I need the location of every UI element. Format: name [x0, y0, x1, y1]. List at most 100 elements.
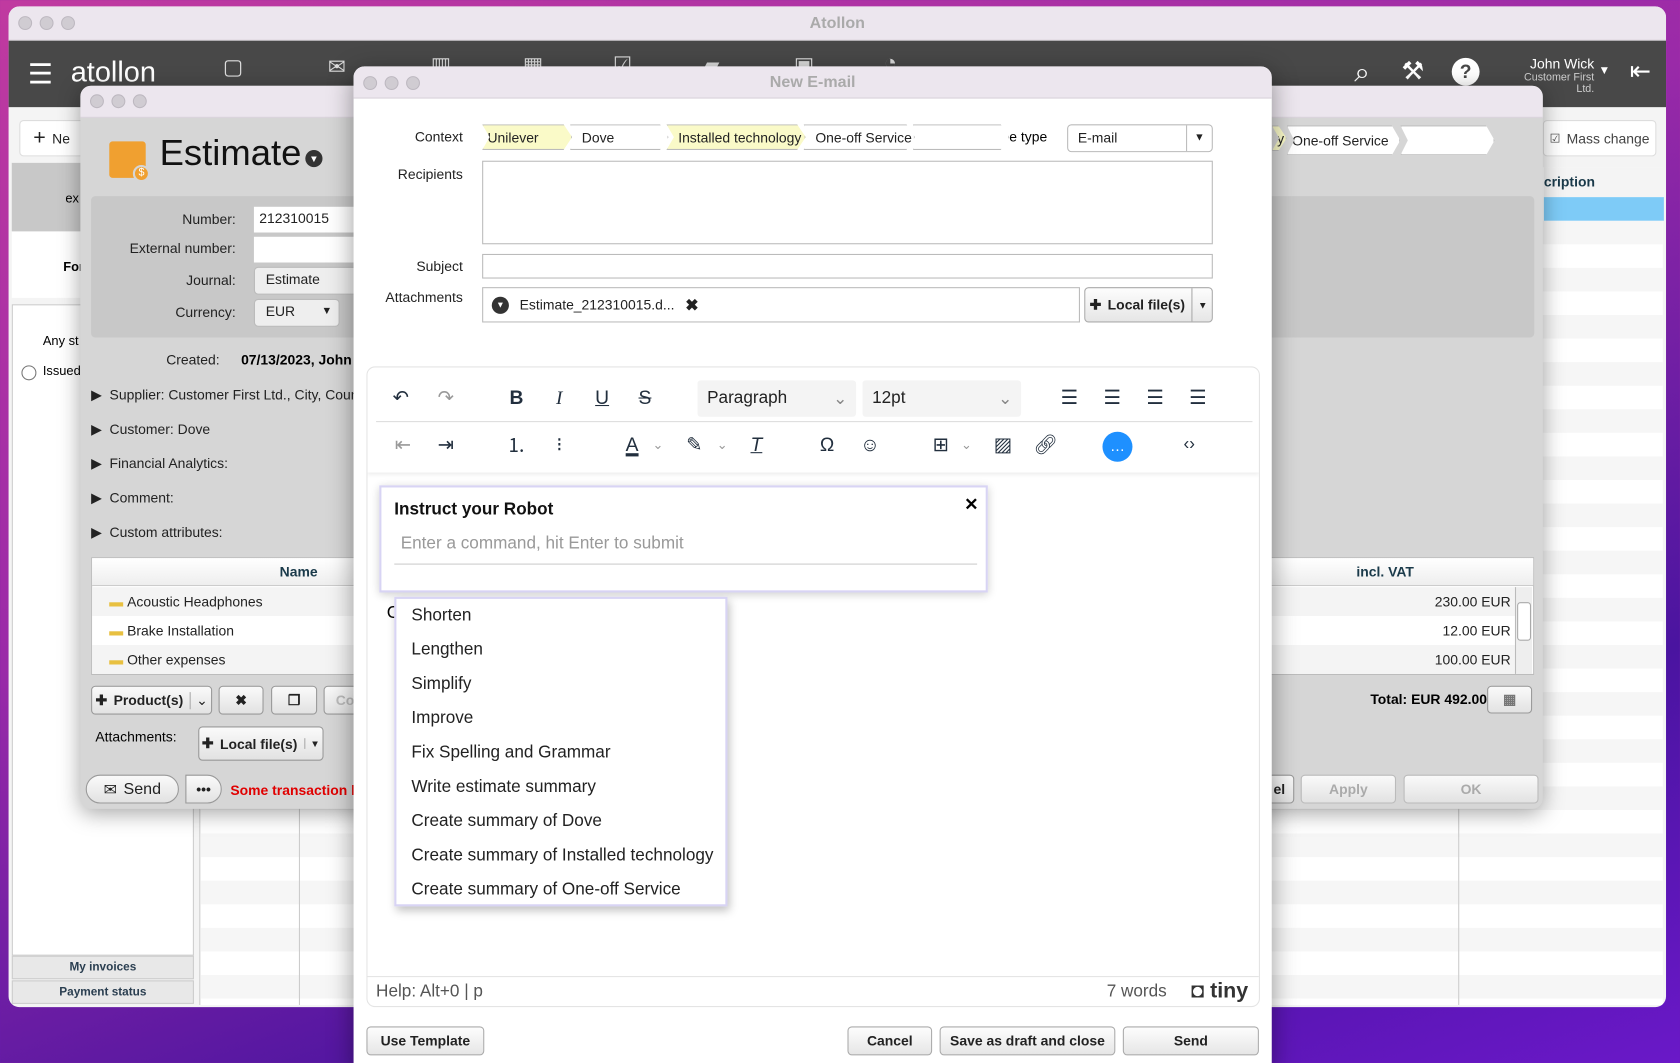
estimate-send-button[interactable]: ✉ Send — [85, 774, 179, 804]
menu-item-simplify[interactable]: Simplify — [396, 667, 725, 701]
chevron-down-icon[interactable]: ▼ — [303, 738, 320, 749]
robot-command-input[interactable]: Enter a command, hit Enter to submit — [394, 535, 978, 565]
link-icon[interactable]: 🔗︎ — [1030, 429, 1062, 461]
external-number-field[interactable] — [253, 236, 362, 263]
context-crumb-dove[interactable]: Dove — [570, 124, 669, 150]
app-title: Atollon — [809, 13, 865, 33]
chevron-down-icon[interactable]: ⌄ — [642, 429, 674, 461]
chevron-down-icon[interactable]: ▼ — [1191, 288, 1208, 322]
recipients-field[interactable] — [482, 160, 1213, 245]
user-dropdown-icon[interactable]: ▼ — [1599, 64, 1611, 77]
context-crumb-empty[interactable] — [913, 124, 1009, 150]
list-column-header[interactable]: cription — [1543, 167, 1664, 198]
duplicate-button[interactable]: ❐ — [271, 685, 318, 715]
image-icon[interactable]: ▨ — [987, 429, 1019, 461]
remove-attachment-icon[interactable]: ✖ — [685, 295, 698, 314]
journal-select[interactable]: Estimate — [253, 266, 362, 295]
chevron-down-icon[interactable]: ⌄ — [950, 429, 982, 461]
attachment-dropdown-icon[interactable]: ▼ — [491, 296, 509, 314]
apply-button[interactable]: Apply — [1300, 774, 1397, 804]
send-button[interactable]: Send — [1122, 1026, 1259, 1056]
context-crumb-installed-technology[interactable]: Installed technology — [666, 124, 805, 150]
menu-item-write-estimate-summary[interactable]: Write estimate summary — [396, 770, 725, 804]
menu-item-fix-spelling[interactable]: Fix Spelling and Grammar — [396, 736, 725, 770]
source-code-icon[interactable]: ‹› — [1173, 429, 1205, 461]
use-template-button[interactable]: Use Template — [366, 1026, 485, 1056]
block-format-select[interactable]: Paragraph ⌄ — [697, 380, 857, 417]
bold-icon[interactable]: B — [500, 381, 532, 413]
table-scrollbar[interactable] — [1514, 587, 1533, 674]
undo-icon[interactable]: ↶ — [385, 381, 417, 413]
add-product-button[interactable]: ✚ Product(s) ⌄ — [91, 685, 213, 715]
robot-instruction-popup: Instruct your Robot ✕ Enter a command, h… — [379, 485, 988, 593]
emoji-icon[interactable]: ☺ — [854, 429, 886, 461]
section-custom-attributes[interactable]: ▶ Custom attributes: — [91, 524, 222, 541]
help-icon[interactable]: ? — [1451, 57, 1480, 86]
bullet-list-icon[interactable]: ⁝ — [543, 429, 575, 461]
message-type-select[interactable]: E-mail ▼ — [1067, 124, 1213, 153]
context-crumb-unilever[interactable]: Unilever — [482, 124, 572, 150]
tiny-logo[interactable]: ◘ tiny — [1191, 979, 1248, 1004]
issued-radio[interactable] — [21, 365, 37, 381]
section-customer[interactable]: ▶ Customer: Dove — [91, 421, 210, 438]
align-justify-icon[interactable]: ☰ — [1182, 381, 1214, 413]
settings-wrench-icon[interactable]: ⚒ — [1401, 56, 1424, 87]
calculator-money-icon: $ — [109, 141, 150, 183]
underline-icon[interactable]: U — [586, 381, 618, 413]
menu-item-improve[interactable]: Improve — [396, 702, 725, 736]
clear-formatting-icon[interactable]: T — [740, 429, 772, 461]
close-icon[interactable]: ✕ — [964, 494, 978, 515]
special-character-icon[interactable]: Ω — [811, 429, 843, 461]
menu-item-summary-dove[interactable]: Create summary of Dove — [396, 805, 725, 839]
email-local-files-button[interactable]: ✚ Local file(s) ▼ — [1084, 287, 1213, 323]
sidebar-my-invoices[interactable]: My invoices — [11, 955, 194, 980]
chevron-down-icon[interactable]: ⌄ — [189, 691, 208, 709]
ok-button[interactable]: OK — [1403, 774, 1539, 804]
delete-button[interactable]: ✖ — [218, 685, 264, 715]
mass-change-button[interactable]: ☑ Mass change — [1542, 119, 1657, 157]
estimate-window-controls[interactable] — [89, 94, 147, 109]
local-files-button[interactable]: ✚ Local file(s) ▼ — [198, 726, 324, 761]
align-center-icon[interactable]: ☰ — [1096, 381, 1128, 413]
subject-field[interactable] — [482, 253, 1213, 279]
email-window-controls[interactable] — [363, 76, 420, 90]
redo-icon[interactable]: ↷ — [430, 381, 462, 413]
tiny-icon: ◘ — [1191, 979, 1205, 1003]
menu-item-summary-one-off-service[interactable]: Create summary of One-off Service — [396, 873, 725, 907]
save-draft-button[interactable]: Save as draft and close — [939, 1026, 1116, 1056]
chevron-down-icon[interactable]: ⌄ — [706, 429, 738, 461]
strikethrough-icon[interactable]: S — [629, 381, 661, 413]
menu-item-summary-installed-technology[interactable]: Create summary of Installed technology — [396, 839, 725, 873]
menu-item-shorten[interactable]: Shorten — [396, 599, 725, 633]
sidebar-payment-status[interactable]: Payment status — [11, 980, 194, 1004]
section-supplier[interactable]: ▶ Supplier: Customer First Ltd., City, C… — [91, 387, 358, 404]
mail-icon[interactable]: ✉ — [328, 54, 346, 81]
attachments-box: ▼ Estimate_212310015.d... ✖ — [482, 287, 1080, 323]
indent-icon[interactable]: ⇥ — [430, 429, 462, 461]
section-financial-analytics[interactable]: ▶ Financial Analytics: — [91, 455, 228, 472]
section-comment[interactable]: ▶ Comment: — [91, 490, 174, 507]
window-controls[interactable] — [18, 16, 75, 30]
more-button[interactable]: ••• — [185, 774, 222, 804]
align-right-icon[interactable]: ☰ — [1139, 381, 1171, 413]
ai-assistant-icon[interactable]: … — [1102, 431, 1133, 462]
calculator-button[interactable]: ▦ — [1487, 685, 1533, 714]
attachment-file[interactable]: Estimate_212310015.d... — [520, 297, 675, 313]
align-left-icon[interactable]: ☰ — [1053, 381, 1085, 413]
context-crumb-one-off-service[interactable]: One-off Service — [804, 124, 915, 150]
cancel-button[interactable]: Cancel — [847, 1026, 933, 1056]
dashboard-icon[interactable]: ▢ — [223, 54, 243, 81]
logout-icon[interactable]: ⇤ — [1630, 56, 1652, 87]
title-dropdown-icon[interactable]: ▼ — [305, 149, 323, 168]
currency-select[interactable]: EUR ▼ — [253, 298, 340, 327]
italic-icon[interactable]: I — [543, 381, 575, 413]
word-count[interactable]: 7 words — [1107, 982, 1167, 1001]
selected-list-row[interactable] — [1543, 197, 1664, 221]
font-size-select[interactable]: 12pt ⌄ — [862, 380, 1022, 417]
menu-item-lengthen[interactable]: Lengthen — [396, 633, 725, 667]
estimate-context-breadcrumb: y One-off Service — [1272, 125, 1495, 155]
number-field[interactable]: 212310015 — [253, 206, 362, 233]
numbered-list-icon[interactable]: ⒈ — [500, 429, 532, 461]
outdent-icon[interactable]: ⇤ — [387, 429, 419, 461]
hamburger-menu-icon[interactable]: ☰ — [28, 60, 53, 88]
